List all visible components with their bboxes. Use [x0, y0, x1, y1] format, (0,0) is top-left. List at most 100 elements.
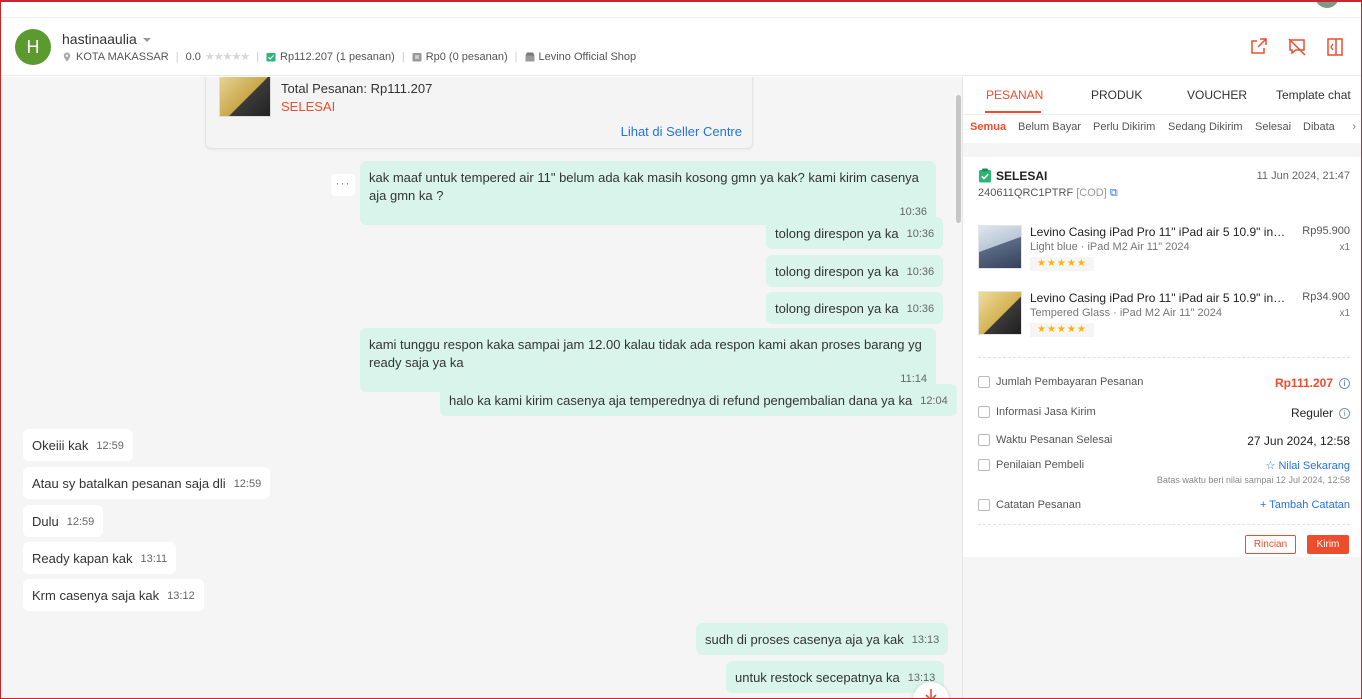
- tab-voucher[interactable]: VOUCHER: [1187, 88, 1247, 102]
- message-text: halo ka kami kirim casenya aja temperedn…: [449, 393, 913, 408]
- filter-perlu-dikirim[interactable]: Perlu Dikirim: [1093, 121, 1155, 133]
- message-text: tolong direspon ya ka: [775, 264, 899, 279]
- product-price: Rp34.900: [1302, 291, 1350, 303]
- message-time: 12:59: [96, 440, 124, 452]
- share-icon[interactable]: [1247, 35, 1271, 59]
- active-tab-indicator: [985, 111, 1041, 113]
- product-variant: Tempered Glass · iPad M2 Air 11" 2024: [1030, 307, 1223, 319]
- order-product[interactable]: Levino Casing iPad Pro 11" iPad air 5 10…: [978, 291, 1350, 345]
- top-strip: [1, 2, 1361, 18]
- cod-badge: [COD]: [1076, 187, 1107, 199]
- toggle-panel-icon[interactable]: [1323, 35, 1347, 59]
- info-icon[interactable]: i: [1339, 378, 1350, 390]
- message-time: 13:13: [911, 634, 940, 646]
- message-bubble-incoming[interactable]: Atau sy batalkan pesanan saja dli 12:59: [23, 467, 271, 499]
- divider: [978, 524, 1350, 525]
- chat-header: H hastinaaulia KOTA MAKASSAR | 0.0 ★★★★★…: [1, 18, 1361, 76]
- location-pin-icon: [63, 52, 71, 61]
- account-avatar[interactable]: [1315, 2, 1339, 8]
- message-bubble-outgoing[interactable]: halo ka kami kirim casenya aja temperedn…: [440, 384, 957, 416]
- product-variant: Light blue · iPad M2 Air 11" 2024: [1030, 241, 1190, 253]
- order-status-label: SELESAI: [996, 168, 1048, 183]
- message-bubble-incoming[interactable]: Krm casenya saja kak 13:12: [23, 579, 204, 611]
- message-bubble-outgoing[interactable]: sudh di proses casenya aja ya kak 13:13: [696, 623, 949, 655]
- message-text: tolong direspon ya ka: [775, 226, 899, 241]
- tab-template-chat[interactable]: Template chat: [1276, 88, 1351, 102]
- buyer-meta: KOTA MAKASSAR | 0.0 ★★★★★ | Rp112.207 (1…: [62, 50, 636, 63]
- message-time: 13:12: [167, 590, 195, 602]
- buyer-avatar[interactable]: H: [15, 29, 51, 65]
- filter-dibatalkan[interactable]: Dibata: [1303, 121, 1335, 133]
- refund-box-icon: [412, 52, 422, 61]
- completed-label: Waktu Pesanan Selesai: [996, 434, 1113, 446]
- add-note-link[interactable]: + Tambah Catatan: [1260, 499, 1350, 511]
- message-time: 10:36: [906, 303, 935, 315]
- order-detail-button[interactable]: Rincian: [1245, 535, 1296, 554]
- product-name: Levino Casing iPad Pro 11" iPad air 5 10…: [1030, 225, 1290, 239]
- chat-scrollbar[interactable]: [956, 95, 961, 223]
- message-bubble-incoming[interactable]: Dulu 12:59: [23, 505, 104, 537]
- clipboard-check-icon: [979, 168, 991, 183]
- product-price: Rp95.900: [1302, 225, 1350, 237]
- app-frame: H hastinaaulia KOTA MAKASSAR | 0.0 ★★★★★…: [0, 0, 1362, 699]
- message-text: Dulu: [32, 514, 59, 529]
- message-bubble-outgoing[interactable]: kami tunggu respon kaka sampai jam 12.00…: [360, 328, 936, 392]
- order-product[interactable]: Levino Casing iPad Pro 11" iPad air 5 10…: [978, 225, 1350, 279]
- message-text: sudh di proses casenya aja ya kak: [705, 632, 904, 647]
- message-text: kak maaf untuk tempered air 11" belum ad…: [369, 170, 919, 203]
- mute-chat-icon[interactable]: [1285, 35, 1309, 59]
- header-actions: [1247, 35, 1347, 59]
- message-bubble-outgoing[interactable]: untuk restock secepatnya ka 13:13: [726, 661, 945, 693]
- note-icon: [978, 499, 990, 512]
- copy-icon[interactable]: ⧉: [1110, 187, 1118, 199]
- message-time: 13:11: [140, 553, 168, 565]
- info-icon[interactable]: i: [1339, 408, 1350, 420]
- chevron-down-icon: [142, 38, 151, 43]
- product-rating-stars: ★★★★★: [1030, 257, 1094, 271]
- order-detail-card: SELESAI 11 Jun 2024, 21:47 240611QRC1PTR…: [963, 157, 1361, 557]
- order-card: Total Pesanan: Rp111.207 SELESAI Lihat d…: [205, 77, 753, 149]
- message-bubble-outgoing[interactable]: tolong direspon ya ka 10:36: [766, 217, 944, 249]
- tab-produk[interactable]: PRODUK: [1091, 88, 1142, 102]
- buyer-spend: Rp112.207 (1 pesanan): [280, 50, 395, 63]
- filter-belum-bayar[interactable]: Belum Bayar: [1018, 121, 1081, 133]
- filter-semua[interactable]: Semua: [970, 121, 1006, 133]
- order-status-filter: Semua Belum Bayar Perlu Dikirim Sedang D…: [963, 115, 1361, 143]
- payment-value-wrap: Rp111.207 i: [1275, 376, 1350, 390]
- message-bubble-outgoing[interactable]: tolong direspon ya ka 10:36: [766, 255, 944, 287]
- chevron-right-icon[interactable]: ›: [1352, 121, 1356, 133]
- order-number: 240611QRC1PTRF: [978, 187, 1074, 199]
- completed-row: Waktu Pesanan Selesai 27 Jun 2024, 12:58: [978, 434, 1350, 448]
- rating-label: Penilaian Pembeli: [996, 459, 1085, 471]
- filter-selesai[interactable]: Selesai: [1255, 121, 1291, 133]
- message-bubble-outgoing[interactable]: tolong direspon ya ka 10:36: [766, 292, 944, 324]
- shop-icon: [525, 52, 534, 61]
- shipping-row: Informasi Jasa Kirim Reguler i: [978, 406, 1350, 420]
- rate-now-link[interactable]: ☆ Nilai Sekarang: [1266, 459, 1350, 472]
- buyer-username-dropdown[interactable]: hastinaaulia: [62, 31, 151, 47]
- message-bubble-incoming[interactable]: Ready kapan kak 13:11: [23, 542, 177, 574]
- note-row: Catatan Pesanan + Tambah Catatan: [978, 499, 1350, 512]
- message-text: Ready kapan kak: [32, 551, 133, 566]
- message-text: Okeiii kak: [32, 438, 89, 453]
- buyer-refund: Rp0 (0 pesanan): [425, 50, 508, 63]
- divider: |: [256, 50, 260, 63]
- message-text: tolong direspon ya ka: [775, 301, 899, 316]
- chat-messages[interactable]: Total Pesanan: Rp111.207 SELESAI Lihat d…: [1, 77, 962, 698]
- message-time: 12:59: [233, 478, 262, 490]
- message-time: 10:36: [906, 228, 935, 240]
- message-text: kami tunggu respon kaka sampai jam 12.00…: [369, 337, 922, 370]
- tab-pesanan[interactable]: PESANAN: [986, 88, 1043, 102]
- filter-sedang-dikirim[interactable]: Sedang Dikirim: [1168, 121, 1243, 133]
- arrow-down-icon: [925, 689, 937, 698]
- message-bubble-outgoing[interactable]: kak maaf untuk tempered air 11" belum ad…: [360, 161, 936, 225]
- message-more-button[interactable]: ···: [331, 174, 355, 196]
- send-order-button[interactable]: Kirim: [1307, 535, 1349, 554]
- seller-centre-link[interactable]: Lihat di Seller Centre: [621, 124, 742, 139]
- order-side-panel: PESANAN PRODUK VOUCHER Template chat Sem…: [962, 77, 1361, 698]
- message-bubble-incoming[interactable]: Okeiii kak 12:59: [23, 429, 133, 461]
- order-product-thumbnail: [219, 77, 271, 117]
- wallet-icon: [978, 376, 990, 389]
- note-label: Catatan Pesanan: [996, 499, 1082, 511]
- product-qty: x1: [1339, 308, 1350, 319]
